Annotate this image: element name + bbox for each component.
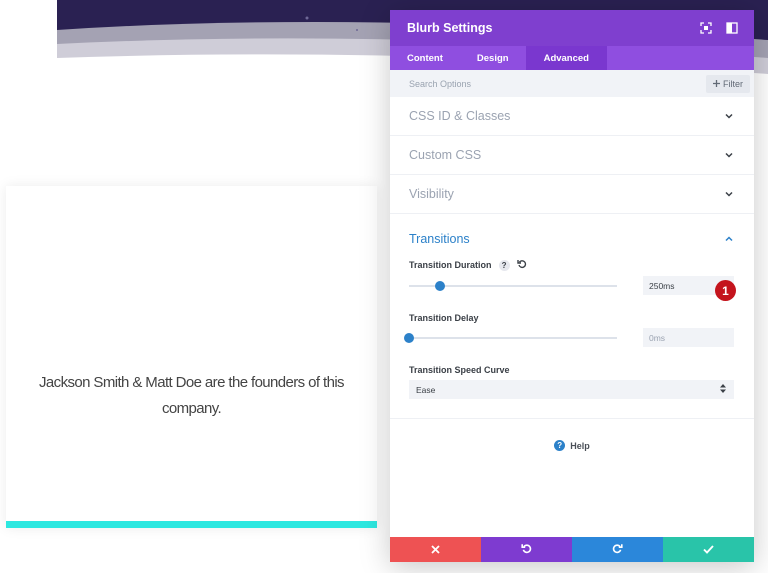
sidebar-toggle-icon[interactable] [726, 22, 738, 34]
transitions-title: Transitions [409, 232, 470, 246]
transitions-header[interactable]: Transitions [409, 214, 734, 246]
tab-content[interactable]: Content [390, 46, 460, 70]
transition-duration-label: Transition Duration [409, 260, 492, 270]
section-label: Custom CSS [409, 148, 482, 162]
check-icon [703, 541, 714, 559]
slider-handle[interactable] [435, 280, 446, 291]
help-link[interactable]: ? Help [390, 440, 754, 451]
section-visibility[interactable]: Visibility [390, 175, 754, 214]
help-icon: ? [554, 440, 566, 451]
step-number-badge: 1 [715, 280, 736, 301]
filter-button[interactable]: Filter [706, 74, 750, 93]
close-icon [431, 541, 440, 559]
transition-delay-control: 0ms [404, 328, 734, 347]
section-label: Visibility [409, 187, 454, 201]
section-custom-css[interactable]: Custom CSS [390, 136, 754, 175]
save-button[interactable] [663, 537, 754, 562]
header-icon-group [700, 22, 738, 34]
redo-button[interactable] [572, 537, 663, 562]
modal-header: Blurb Settings [390, 10, 754, 46]
question-icon[interactable]: ? [498, 259, 510, 271]
transition-duration-control: 250ms [409, 276, 734, 295]
redo-icon [612, 541, 623, 559]
undo-icon [521, 541, 532, 559]
transition-delay-input[interactable]: 0ms [643, 328, 734, 347]
tab-design[interactable]: Design [460, 46, 526, 70]
modal-footer [390, 537, 754, 562]
blurb-module[interactable]: Jackson Smith & Matt Doe are the founder… [6, 186, 377, 528]
select-arrows-icon [720, 384, 726, 395]
search-input[interactable] [409, 78, 609, 89]
section-css-id-classes[interactable]: CSS ID & Classes [390, 97, 754, 136]
select-value: Ease [416, 384, 436, 395]
discard-button[interactable] [390, 537, 481, 562]
transition-delay-slider[interactable] [404, 332, 617, 343]
section-label: CSS ID & Classes [409, 109, 511, 123]
plus-icon [713, 79, 720, 89]
reset-icon[interactable] [516, 259, 527, 271]
transition-speed-curve-label: Transition Speed Curve [409, 365, 510, 375]
help-label: Help [570, 440, 590, 451]
filter-label: Filter [723, 78, 743, 89]
chevron-down-icon [724, 150, 734, 160]
chevron-down-icon [724, 189, 734, 199]
blurb-settings-modal: Blurb Settings Content Design Advanced F… [390, 10, 754, 562]
section-transitions: Transitions Transition Duration ? 250ms … [390, 214, 754, 419]
expand-icon[interactable] [700, 22, 712, 34]
search-bar: Filter [390, 70, 754, 97]
tab-bar: Content Design Advanced [390, 46, 754, 70]
transition-delay-label: Transition Delay [409, 313, 479, 323]
blurb-body-text: Jackson Smith & Matt Doe are the founder… [39, 374, 345, 417]
tab-advanced[interactable]: Advanced [525, 46, 607, 70]
modal-title: Blurb Settings [407, 21, 493, 35]
slider-handle[interactable] [404, 332, 414, 343]
undo-button[interactable] [481, 537, 572, 562]
chevron-up-icon [724, 234, 734, 244]
chevron-down-icon [724, 111, 734, 121]
blurb-accent-bar [6, 521, 377, 528]
transition-duration-slider[interactable] [409, 280, 617, 291]
transition-duration-label-row: Transition Duration ? [409, 259, 734, 271]
transition-speed-curve-select[interactable]: Ease [409, 380, 734, 399]
